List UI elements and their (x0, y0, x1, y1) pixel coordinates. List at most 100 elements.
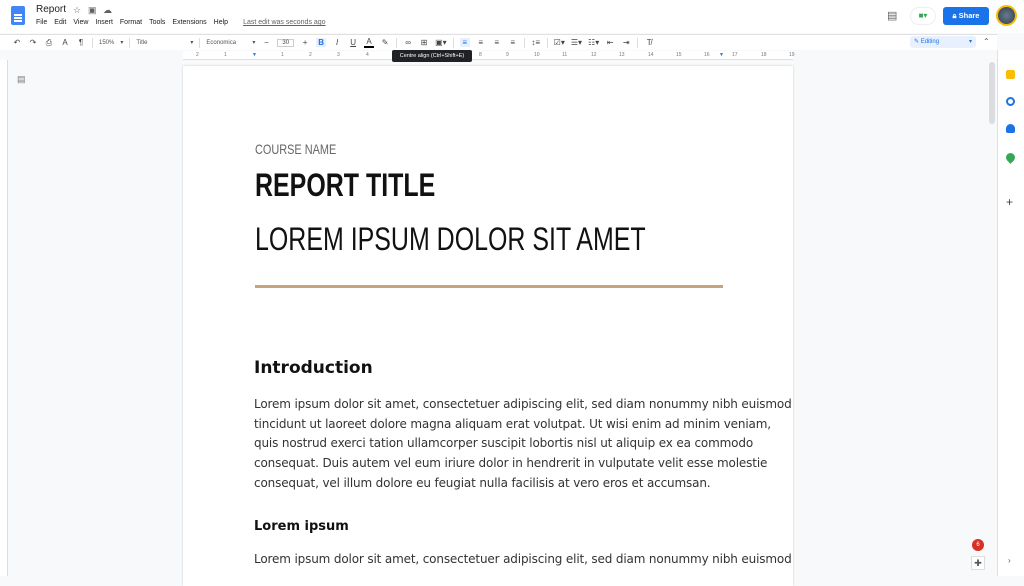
report-title[interactable]: REPORT TITLE (255, 167, 435, 204)
docs-logo-icon[interactable] (11, 6, 25, 25)
keep-icon[interactable] (1006, 70, 1015, 79)
paragraph-line: consequat. Duis autem vel eum iriure dol… (254, 456, 768, 471)
spellcheck-icon[interactable]: A (60, 38, 70, 47)
divider (452, 37, 454, 48)
move-folder-icon[interactable]: ▣ (88, 5, 97, 16)
meet-button[interactable]: ■▾ (910, 7, 936, 25)
cloud-status-icon[interactable]: ☁ (103, 5, 112, 16)
ruler-tick: 13 (619, 52, 625, 58)
menu-edit[interactable]: Edit (54, 19, 66, 26)
tooltip: Centre align (Ctrl+Shift+E) (392, 50, 472, 62)
ruler-tick: 4 (366, 52, 369, 58)
menu-format[interactable]: Format (120, 19, 142, 26)
bulleted-list-icon[interactable]: ☰▾ (571, 38, 582, 47)
ruler-tick: 14 (648, 52, 654, 58)
menu-insert[interactable]: Insert (95, 19, 113, 26)
highlight-icon[interactable]: ✎ (380, 38, 390, 47)
bold-icon[interactable]: B (316, 38, 327, 47)
redo-icon[interactable]: ↷ (28, 38, 38, 47)
paragraph-line: Lorem ipsum dolor sit amet, consectetuer… (254, 552, 792, 566)
ruler-tick: 17 (732, 52, 738, 58)
ruler-tick: 15 (676, 52, 682, 58)
font-size-input[interactable]: 30 (277, 38, 295, 47)
menu-file[interactable]: File (36, 19, 47, 26)
line-spacing-icon[interactable]: ↕≡ (531, 38, 541, 47)
editing-mode-select[interactable]: ✎ Editing ▾ (910, 36, 976, 48)
scrollbar[interactable] (989, 62, 995, 124)
meet-icon: ■▾ (918, 11, 928, 20)
menu-view[interactable]: View (73, 19, 88, 26)
paint-format-icon[interactable]: ¶ (76, 38, 86, 47)
paragraph-line: tincidunt ut laoreet dolore magna aliqua… (254, 416, 771, 431)
ruler-tick: 18 (761, 52, 767, 58)
toolbar: ↶ ↷ ⎙ A ¶ 150% ▾ Title ▾ Economica ▾ − 30 +… (0, 34, 997, 50)
paragraph[interactable]: Lorem ipsum dolor sit amet, consectetuer… (254, 395, 792, 494)
add-comment-icon[interactable]: ⊞ (419, 38, 429, 47)
increase-indent-icon[interactable]: ⇥ (621, 38, 631, 47)
document-outline-icon[interactable]: ▤ (17, 74, 26, 85)
align-right-icon[interactable]: ≡ (492, 38, 502, 47)
share-label: Share (958, 11, 980, 20)
zoom-select[interactable]: 150% (99, 40, 114, 46)
star-icon[interactable]: ☆ (73, 5, 81, 16)
ruler-tick: 19 (789, 52, 795, 58)
decrease-font-size-icon[interactable]: − (261, 38, 271, 47)
horizontal-ruler[interactable]: 2 1 ▼ 1 2 3 4 8 9 10 11 12 13 14 15 16 ▼… (183, 51, 795, 60)
expand-panel-icon[interactable]: › (1008, 556, 1011, 565)
undo-icon[interactable]: ↶ (12, 38, 22, 47)
collapse-toolbar-icon[interactable]: ⌃ (983, 37, 990, 46)
align-center-icon[interactable]: ≡ (476, 38, 486, 47)
divider (129, 37, 131, 48)
link-icon[interactable]: ∞ (403, 38, 413, 47)
right-indent-marker-icon[interactable]: ▼ (719, 52, 724, 58)
comment-history-icon[interactable]: ▤ (887, 9, 897, 22)
section-heading[interactable]: Lorem ipsum (254, 519, 349, 534)
editing-mode-label: Editing (920, 39, 940, 45)
print-icon[interactable]: ⎙ (44, 38, 54, 48)
paragraph-line: quis nostrud exerci tation ullamcorper s… (254, 436, 754, 451)
menu-tools[interactable]: Tools (149, 19, 165, 26)
style-select[interactable]: Title (136, 40, 184, 46)
ruler-tick: 16 (704, 52, 710, 58)
avatar[interactable] (996, 5, 1017, 26)
ruler-tick: 9 (506, 52, 509, 58)
add-addon-icon[interactable]: + (1006, 195, 1013, 209)
notification-badge[interactable]: 6 (972, 539, 984, 551)
align-left-icon[interactable]: ≡ (459, 38, 470, 47)
last-edit-link[interactable]: Last edit was seconds ago (243, 19, 326, 26)
text-color-icon[interactable]: A (364, 37, 375, 48)
paragraph[interactable]: Lorem ipsum dolor sit amet, consectetuer… (254, 550, 792, 570)
increase-font-size-icon[interactable]: + (300, 38, 310, 47)
font-select[interactable]: Economica (206, 40, 246, 46)
menu-help[interactable]: Help (214, 19, 228, 26)
explore-icon[interactable]: ✚ (971, 556, 985, 570)
menu-bar: File Edit View Insert Format Tools Exten… (36, 19, 326, 26)
checklist-icon[interactable]: ☑▾ (554, 38, 565, 47)
paragraph-line: Lorem ipsum dolor sit amet, consectetuer… (254, 397, 792, 411)
underline-icon[interactable]: U (348, 38, 358, 47)
indent-marker-icon[interactable]: ▼ (252, 52, 257, 58)
pencil-icon: ✎ (914, 39, 921, 45)
justify-icon[interactable]: ≡ (508, 38, 518, 47)
vertical-ruler[interactable] (0, 60, 8, 576)
document-title[interactable]: Report (36, 4, 66, 15)
italic-icon[interactable]: I (332, 38, 342, 47)
ruler-tick: 11 (562, 52, 568, 58)
divider (523, 37, 525, 48)
numbered-list-icon[interactable]: ☷▾ (588, 38, 599, 47)
decrease-indent-icon[interactable]: ⇤ (605, 38, 615, 47)
divider (396, 37, 398, 48)
tasks-icon[interactable] (1006, 97, 1015, 106)
divider-line (255, 285, 723, 288)
ruler-tick: 12 (591, 52, 597, 58)
clear-formatting-icon[interactable]: T̸ (644, 38, 654, 47)
subtitle[interactable]: LOREM IPSUM DOLOR SIT AMET (255, 221, 646, 258)
insert-image-icon[interactable]: ▣▾ (435, 38, 447, 47)
contacts-icon[interactable] (1006, 124, 1015, 133)
course-name[interactable]: COURSE NAME (255, 141, 336, 157)
paragraph-line: consequat, vel illum dolore eu feugiat n… (254, 475, 711, 490)
section-heading[interactable]: Introduction (254, 358, 373, 378)
menu-extensions[interactable]: Extensions (172, 19, 206, 26)
share-button[interactable]: 🔒︎ Share (943, 7, 989, 25)
ruler-tick: 1 (224, 52, 227, 58)
